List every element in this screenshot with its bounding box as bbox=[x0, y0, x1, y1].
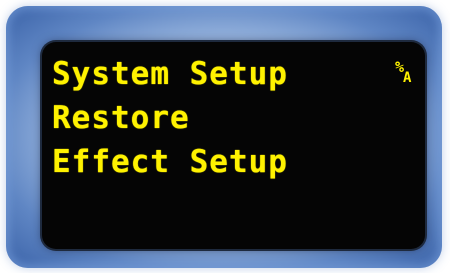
indicator-bottom-glyph: A bbox=[403, 70, 412, 86]
percent-a-indicator-icon: % A bbox=[395, 60, 415, 90]
menu-item-system-setup[interactable]: System Setup bbox=[52, 57, 288, 91]
lcd-screen: System Setup Restore Effect Setup % A bbox=[42, 42, 425, 249]
device-bezel: System Setup Restore Effect Setup % A bbox=[6, 6, 442, 268]
menu-item-effect-setup[interactable]: Effect Setup bbox=[52, 145, 288, 179]
menu-item-restore[interactable]: Restore bbox=[52, 101, 190, 135]
